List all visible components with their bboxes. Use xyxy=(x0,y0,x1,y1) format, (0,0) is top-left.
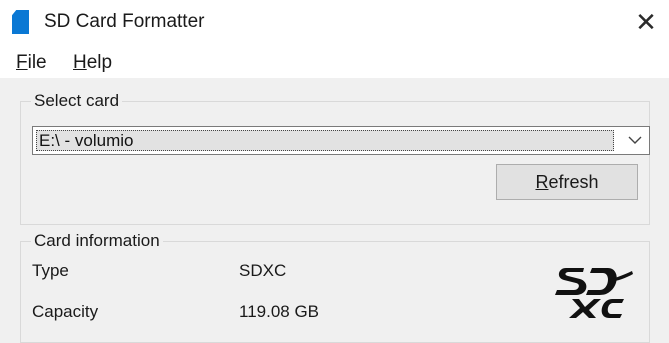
type-label: Type xyxy=(32,261,69,280)
window-title: SD Card Formatter xyxy=(44,11,205,32)
card-information-legend: Card information xyxy=(34,231,160,250)
menu-file[interactable]: File xyxy=(16,52,47,74)
title-bar: SD Card Formatter ✕ xyxy=(0,0,669,44)
select-card-group: Select card xyxy=(20,91,650,225)
menu-help-label: elp xyxy=(86,52,113,73)
card-select-value: E:\ - volumio xyxy=(36,130,614,151)
select-card-legend: Select card xyxy=(34,91,120,110)
type-value: SDXC xyxy=(239,261,287,280)
capacity-value: 119.08 GB xyxy=(239,302,320,321)
menu-help[interactable]: Help xyxy=(73,52,112,74)
sdxc-logo-icon xyxy=(555,268,633,318)
refresh-button[interactable]: Refresh xyxy=(496,164,638,200)
refresh-access-key: R xyxy=(535,172,549,192)
refresh-label: efresh xyxy=(548,172,599,192)
menu-file-label: ile xyxy=(27,52,47,73)
close-button[interactable]: ✕ xyxy=(626,4,666,40)
chevron-down-icon[interactable] xyxy=(627,133,643,147)
main-panel: Select card E:\ - volumio Refresh Card i… xyxy=(0,78,669,343)
sd-card-icon xyxy=(12,10,29,34)
capacity-label: Capacity xyxy=(32,302,99,321)
menu-bar: File Help xyxy=(0,44,669,78)
menu-help-access-key: H xyxy=(73,52,87,73)
card-select-dropdown[interactable]: E:\ - volumio xyxy=(32,126,650,155)
menu-file-access-key: F xyxy=(16,52,28,73)
